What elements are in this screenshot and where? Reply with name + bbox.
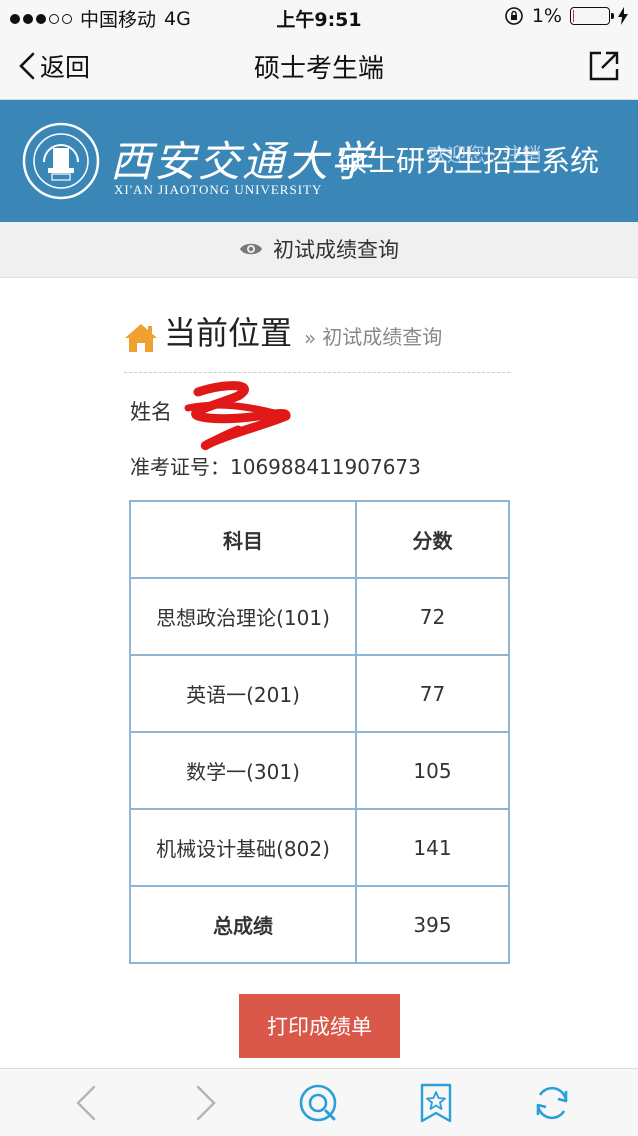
table-header-row: 科目 分数 [129, 500, 510, 579]
total-label: 总成绩 [129, 885, 357, 964]
back-arrow-icon[interactable] [66, 1081, 110, 1125]
table-row: 思想政治理论(101) 72 [129, 577, 510, 656]
breadcrumb-current: 初试成绩查询 [322, 325, 443, 349]
breadcrumb-separator: » [304, 326, 317, 350]
subject-cell: 英语一(201) [129, 654, 357, 733]
university-banner: 西安交通大学 XI'AN JIAOTONG UNIVERSITY 硕士研究生招生… [0, 100, 638, 222]
main-content: 当前位置 » 初试成绩查询 姓名 准考证号：106988411907673 科目… [0, 278, 638, 1068]
score-cell: 72 [355, 577, 510, 656]
candidate-id-label: 准考证号： [130, 455, 230, 479]
battery-icon [570, 7, 614, 25]
page-title: 硕士考生端 [253, 54, 384, 84]
score-table: 科目 分数 思想政治理论(101) 72 英语一(201) 77 数学一(301… [129, 500, 510, 964]
status-bar: 中国移动 4G 上午9:51 1% [0, 0, 638, 34]
status-right: 1% [504, 5, 628, 27]
location-title: 当前位置 [164, 314, 293, 352]
home-icon [125, 324, 157, 352]
table-row: 机械设计基础(802) 141 [129, 808, 510, 887]
candidate-id-value: 106988411907673 [230, 455, 421, 479]
battery-percent: 1% [531, 5, 562, 27]
subject-cell: 机械设计基础(802) [129, 808, 357, 887]
section-bar: 初试成绩查询 [0, 222, 638, 278]
bookmark-star-icon[interactable] [414, 1081, 458, 1125]
table-row: 英语一(201) 77 [129, 654, 510, 733]
eye-icon [240, 243, 262, 255]
table-row: 数学一(301) 105 [129, 731, 510, 810]
total-row: 总成绩 395 [129, 885, 510, 964]
subject-cell: 思想政治理论(101) [129, 577, 357, 656]
score-cell: 105 [355, 731, 510, 810]
candidate-name-label: 姓名 [130, 400, 172, 424]
divider [124, 372, 510, 373]
score-cell: 77 [355, 654, 510, 733]
subject-cell: 数学一(301) [129, 731, 357, 810]
nav-bar: 返回 硕士考生端 [0, 34, 638, 100]
orientation-lock-icon [505, 7, 523, 25]
share-icon[interactable] [586, 48, 622, 84]
redaction-scribble [184, 381, 291, 450]
university-name: 西安交通大学 [110, 137, 375, 186]
print-transcript-button[interactable]: 打印成绩单 [239, 994, 400, 1058]
refresh-icon[interactable] [530, 1081, 574, 1125]
university-name-en: XI'AN JIAOTONG UNIVERSITY [114, 182, 323, 197]
breadcrumb: 当前位置 » 初试成绩查询 [124, 308, 442, 354]
total-score: 395 [355, 885, 510, 964]
battery-fill [573, 10, 575, 22]
university-seal-icon [22, 122, 100, 200]
forward-arrow-icon[interactable] [182, 1081, 226, 1125]
header-subject: 科目 [129, 500, 357, 579]
header-score: 分数 [355, 500, 510, 579]
welcome-logout-link[interactable]: 欢迎您 · 注销 [428, 140, 541, 167]
section-label: 初试成绩查询 [273, 238, 399, 262]
candidate-id: 准考证号：106988411907673 [130, 451, 421, 480]
charging-icon [618, 7, 628, 25]
browser-toolbar [0, 1068, 638, 1136]
score-cell: 141 [355, 808, 510, 887]
browser-home-icon[interactable] [296, 1081, 340, 1125]
